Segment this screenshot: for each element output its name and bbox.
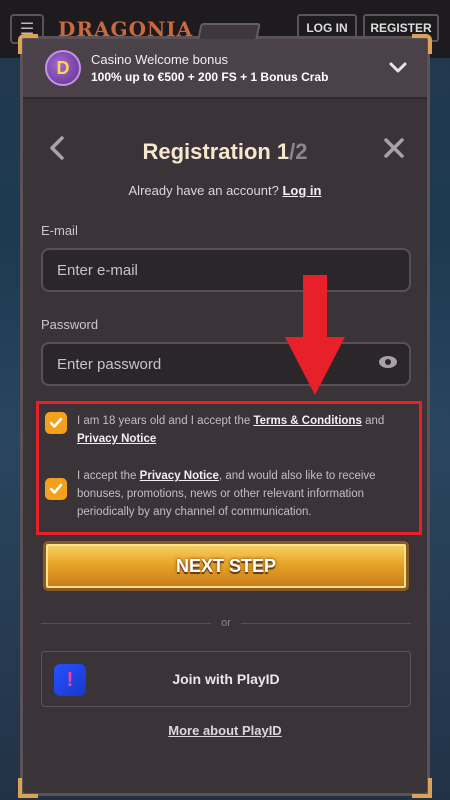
- consent-marketing[interactable]: I accept the Privacy Notice, and would a…: [45, 467, 413, 521]
- login-link[interactable]: Log in: [282, 183, 321, 198]
- marketing-checkbox[interactable]: [45, 478, 67, 500]
- page-title: Registration 1/2: [23, 139, 427, 165]
- terms-checkbox[interactable]: [45, 412, 67, 434]
- playid-icon: !: [54, 664, 86, 696]
- terms-text: I am 18 years old and I accept the Terms…: [77, 415, 385, 445]
- bonus-title: Casino Welcome bonus: [91, 52, 229, 67]
- title-step: Registration 1: [142, 139, 290, 164]
- playid-label: Join with PlayID: [172, 671, 280, 687]
- eye-icon[interactable]: [379, 356, 397, 368]
- chevron-down-icon[interactable]: [387, 57, 409, 79]
- red-arrow-annotation: [285, 275, 345, 395]
- email-placeholder: Enter e-mail: [57, 261, 138, 279]
- corner-ornament: [18, 778, 38, 798]
- consent-highlight-box: I am 18 years old and I accept the Terms…: [36, 401, 422, 535]
- registration-modal: D Casino Welcome bonus 100% up to €500 +…: [18, 23, 432, 798]
- bonus-subtitle: 100% up to €500 + 200 FS + 1 Bonus Crab: [91, 70, 329, 84]
- corner-ornament: [412, 778, 432, 798]
- close-icon[interactable]: [383, 135, 405, 166]
- password-field[interactable]: Enter password: [41, 342, 411, 386]
- password-placeholder: Enter password: [57, 355, 162, 373]
- email-field[interactable]: Enter e-mail: [41, 248, 411, 292]
- or-text: or: [221, 617, 231, 629]
- already-text: Already have an account?: [128, 183, 279, 198]
- more-about-playid-link[interactable]: More about PlayID: [23, 723, 427, 738]
- consent-terms[interactable]: I am 18 years old and I accept the Terms…: [45, 412, 413, 448]
- title-step-total: /2: [289, 139, 308, 164]
- or-divider: or: [41, 615, 411, 631]
- password-label: Password: [41, 317, 99, 332]
- casino-coin-icon: D: [45, 50, 81, 86]
- privacy-link[interactable]: Privacy Notice: [140, 470, 219, 482]
- welcome-bonus-banner[interactable]: D Casino Welcome bonus 100% up to €500 +…: [23, 39, 427, 99]
- email-label: E-mail: [41, 223, 78, 238]
- next-step-button[interactable]: NEXT STEP: [43, 541, 409, 591]
- privacy-link[interactable]: Privacy Notice: [77, 433, 156, 445]
- registration-header: Registration 1/2: [23, 133, 427, 173]
- already-account-text: Already have an account? Log in: [23, 183, 427, 198]
- join-playid-button[interactable]: ! Join with PlayID: [41, 651, 411, 707]
- marketing-text: I accept the Privacy Notice, and would a…: [77, 470, 376, 518]
- terms-link[interactable]: Terms & Conditions: [253, 415, 361, 427]
